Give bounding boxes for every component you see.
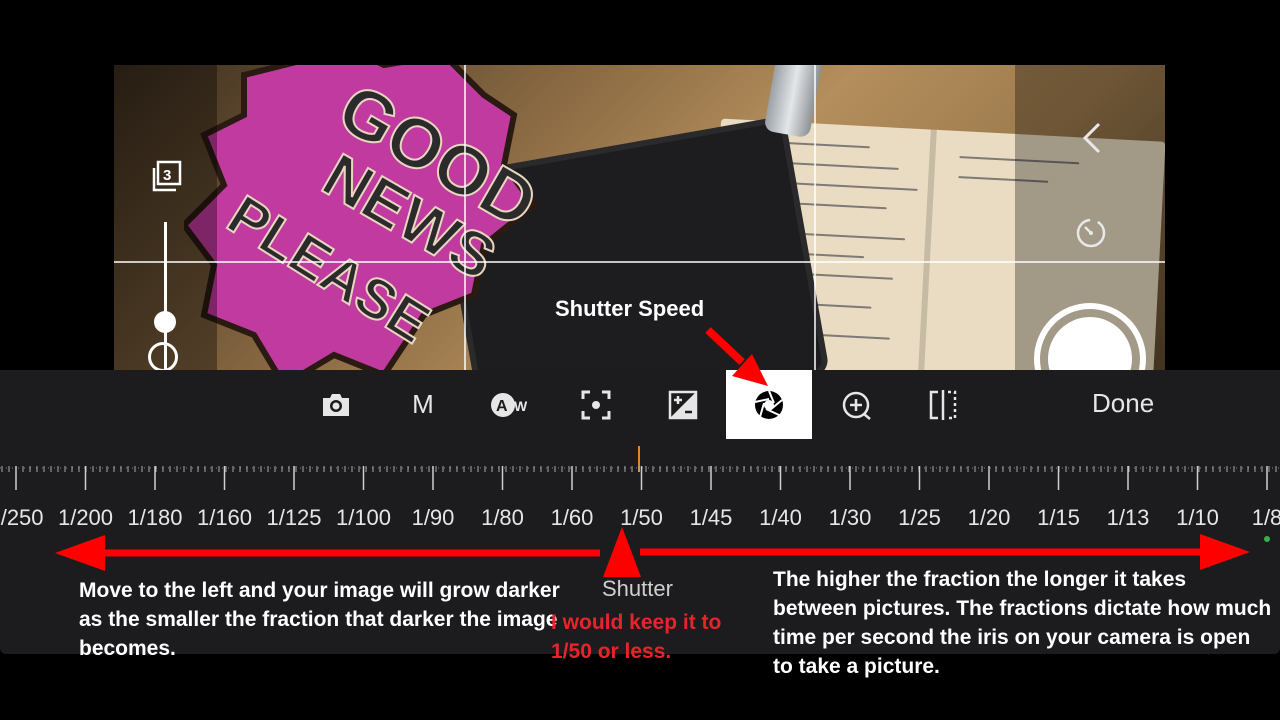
annotation-middle-note: I would keep it to 1/50 or less. [551, 611, 722, 663]
grid-line [814, 65, 816, 370]
ruler-label[interactable]: 1/40 [759, 505, 802, 531]
burst-count: 3 [163, 167, 171, 184]
exposure-button[interactable] [640, 370, 726, 439]
ruler-label[interactable]: 1/160 [197, 505, 252, 531]
focus-button[interactable] [553, 370, 639, 439]
ruler-label[interactable]: 1/13 [1107, 505, 1150, 531]
exposure-compensation-icon [668, 390, 698, 419]
ruler-label[interactable]: 1/90 [412, 505, 455, 531]
auto-white-balance-icon: A W [491, 392, 528, 417]
grid-line [464, 65, 466, 370]
shutter-speed-button[interactable] [726, 370, 812, 439]
grid-line [114, 261, 1165, 263]
ruler-label[interactable]: 1/180 [127, 505, 182, 531]
camera-viewfinder[interactable]: GOOD NEWS PLEASE [114, 65, 1165, 370]
split-icon [929, 389, 957, 420]
svg-text:A: A [496, 398, 508, 415]
zoom-ring[interactable] [148, 342, 178, 372]
aperture-icon [754, 390, 783, 419]
timer-icon[interactable] [1074, 216, 1108, 250]
ruler-label[interactable]: 1/8 [1252, 505, 1280, 531]
ruler-label[interactable]: 1/50 [620, 505, 663, 531]
annotation-right-note: The higher the fraction the longer it ta… [773, 568, 1272, 678]
ruler-label[interactable]: 1/125 [266, 505, 321, 531]
chevron-left-icon[interactable] [1077, 120, 1107, 156]
annotation-left-note: Move to the left and your image will gro… [79, 579, 560, 660]
burst-stack-icon[interactable]: 3 [150, 160, 184, 194]
ruler-label[interactable]: 1/250 [0, 505, 44, 531]
ruler-label[interactable]: 1/10 [1176, 505, 1219, 531]
ruler-label[interactable]: 1/15 [1037, 505, 1080, 531]
iso-button[interactable] [813, 370, 899, 439]
ruler-label[interactable]: 1/30 [829, 505, 872, 531]
annotation-title: Shutter Speed [555, 296, 705, 321]
ruler-label[interactable]: 1/200 [58, 505, 113, 531]
compare-button[interactable] [900, 370, 986, 439]
ruler-label[interactable]: 1/20 [968, 505, 1011, 531]
manual-mode-button[interactable]: M [380, 370, 466, 439]
camera-icon [323, 393, 349, 416]
ruler-label[interactable]: 1/45 [690, 505, 733, 531]
svg-text:W: W [514, 398, 528, 414]
camera-mode-button[interactable] [293, 370, 379, 439]
ruler-label[interactable]: 1/60 [551, 505, 594, 531]
ruler-label[interactable]: 1/100 [336, 505, 391, 531]
plus-circle-icon [842, 391, 871, 420]
ruler-caption: Shutter [602, 576, 673, 601]
ruler-label[interactable]: 1/25 [898, 505, 941, 531]
manual-mode-label: M [412, 389, 434, 419]
ruler-label[interactable]: 1/80 [481, 505, 524, 531]
white-balance-button[interactable]: A W [466, 370, 552, 439]
zoom-slider-knob[interactable] [154, 311, 176, 333]
shutter-speed-ruler[interactable] [0, 464, 1280, 504]
status-dot [1264, 536, 1270, 542]
focus-icon [581, 390, 611, 419]
done-button[interactable]: Done [1092, 388, 1154, 419]
good-news-sign: GOOD NEWS PLEASE [184, 65, 551, 370]
